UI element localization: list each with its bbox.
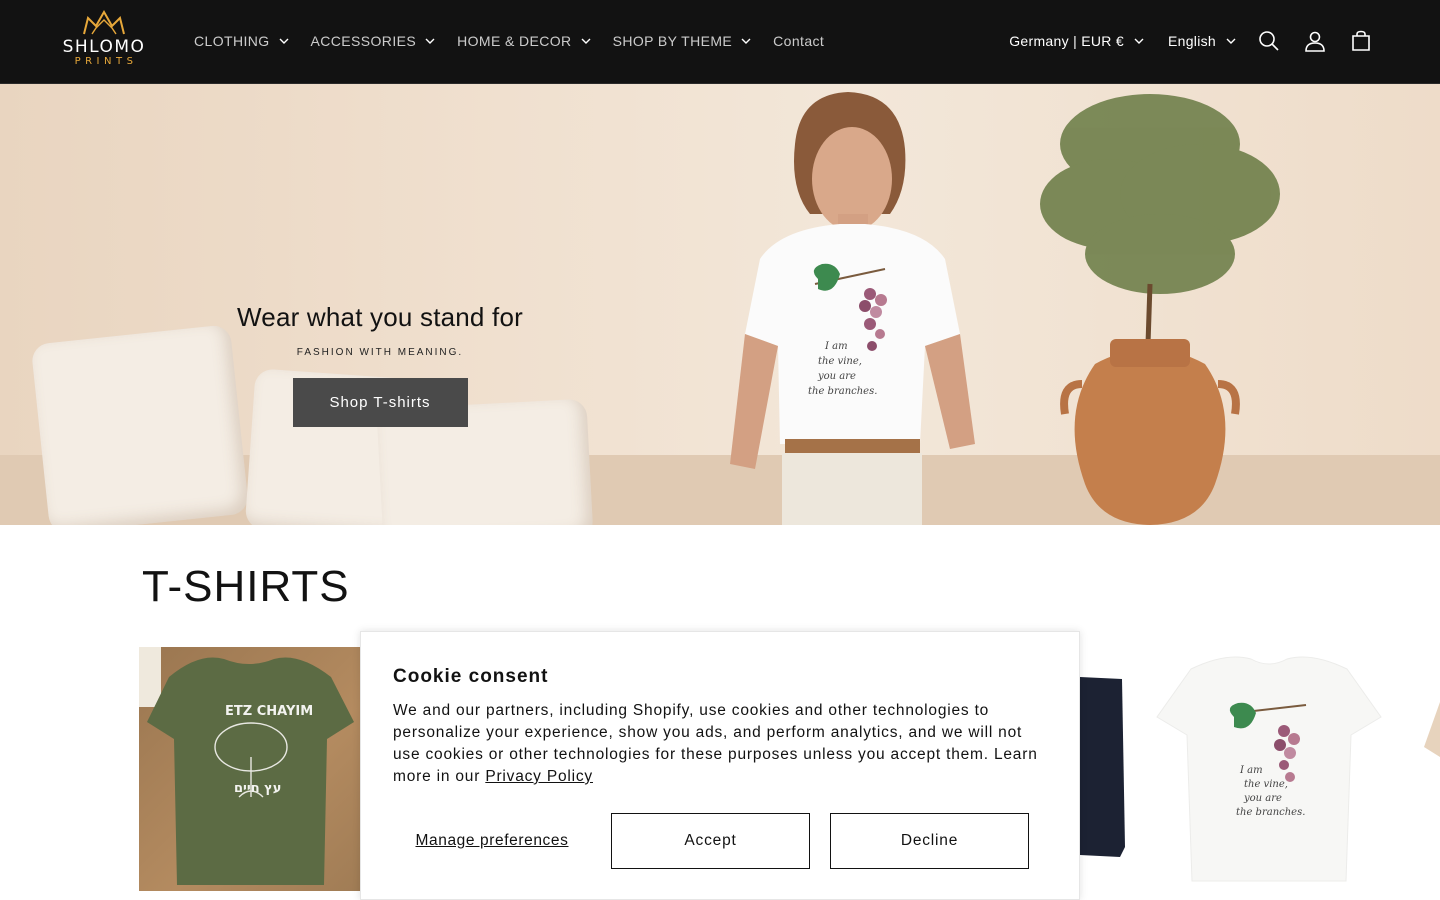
product-card-etz-chayim[interactable]: ETZ CHAYIM עץ חיים [139, 647, 360, 891]
product-print-text: the branches. [1236, 807, 1305, 818]
accept-button[interactable]: Accept [611, 813, 810, 869]
cart-icon [1352, 30, 1370, 51]
hero-model-image: I am the vine, you are the branches. [730, 92, 975, 525]
brand-name: SHLOMO [62, 37, 146, 57]
cookie-consent-dialog: Cookie consent We and our partners, incl… [360, 631, 1080, 900]
product-print-text: the vine, [1244, 779, 1288, 790]
crown-icon [83, 10, 125, 35]
product-image: I am the vine, you are the branches. [1156, 656, 1382, 882]
cart-button[interactable] [1338, 18, 1384, 64]
chevron-down-icon [581, 38, 591, 44]
product-print-text: you are [1243, 793, 1282, 804]
header-utilities: Germany | EUR € English [1009, 0, 1384, 82]
product-card-partial[interactable] [1420, 647, 1440, 891]
product-print-text: ETZ CHAYIM [225, 704, 313, 719]
site-header: SHLOMO PRINTS CLOTHING ACCESSORIES HOME … [0, 0, 1440, 84]
privacy-policy-link[interactable]: Privacy Policy [485, 768, 593, 785]
nav-item-home-decor[interactable]: HOME & DECOR [457, 33, 591, 49]
nav-item-clothing[interactable]: CLOTHING [194, 33, 289, 49]
product-print-text: עץ חיים [234, 781, 281, 796]
shirt-print-text: I am [824, 341, 848, 352]
nav-item-label: HOME & DECOR [457, 33, 572, 49]
shirt-print-text: the branches. [808, 386, 877, 397]
account-icon [1305, 31, 1325, 52]
language-label: English [1167, 33, 1216, 49]
product-image [1424, 702, 1440, 757]
manage-preferences-button[interactable]: Manage preferences [393, 813, 591, 869]
nav-item-label: SHOP BY THEME [612, 33, 733, 49]
account-button[interactable] [1292, 18, 1338, 64]
country-selector[interactable]: Germany | EUR € [1009, 33, 1144, 49]
product-print-text: I am [1239, 765, 1263, 776]
nav-item-contact[interactable]: Contact [773, 33, 824, 49]
nav-item-label: Contact [773, 33, 825, 49]
chevron-down-icon [279, 38, 289, 44]
shirt-print-text: you are [817, 371, 856, 382]
hero-banner: I am the vine, you are the branches. Wea… [0, 84, 1440, 525]
nav-item-shop-by-theme[interactable]: SHOP BY THEME [613, 33, 752, 49]
brand-subname: PRINTS [74, 56, 138, 67]
product-image [1080, 677, 1125, 857]
product-image: ETZ CHAYIM עץ חיים [139, 647, 354, 885]
nav-item-label: CLOTHING [194, 33, 270, 49]
shirt-print-text: the vine, [818, 356, 862, 367]
search-icon [1259, 31, 1279, 51]
hero-text-block: Wear what you stand for FASHION WITH MEA… [210, 302, 550, 427]
chevron-down-icon [425, 38, 435, 44]
cookie-title: Cookie consent [393, 666, 549, 687]
brand-logo[interactable]: SHLOMO PRINTS [54, 10, 154, 74]
shop-tshirts-button[interactable]: Shop T-shirts [292, 378, 468, 427]
main-nav: CLOTHING ACCESSORIES HOME & DECOR SHOP B… [194, 0, 846, 82]
language-selector[interactable]: English [1168, 33, 1236, 49]
hero-title: Wear what you stand for [237, 302, 523, 332]
product-card-vine[interactable]: I am the vine, you are the branches. [1156, 647, 1382, 891]
country-label: Germany | EUR € [1009, 33, 1124, 49]
hero-subtitle: FASHION WITH MEANING. [296, 347, 464, 358]
search-button[interactable] [1246, 18, 1292, 64]
chevron-down-icon [1226, 38, 1236, 44]
product-card-navy[interactable] [1080, 647, 1140, 891]
nav-item-label: ACCESSORIES [310, 33, 417, 49]
chevron-down-icon [741, 38, 751, 44]
decline-button[interactable]: Decline [830, 813, 1029, 869]
collection-title: T-SHIRTS [142, 562, 350, 611]
olive-tree-image [1040, 94, 1280, 525]
chevron-down-icon [1134, 38, 1144, 44]
nav-item-accessories[interactable]: ACCESSORIES [311, 33, 436, 49]
cookie-body: We and our partners, including Shopify, … [393, 700, 1053, 788]
